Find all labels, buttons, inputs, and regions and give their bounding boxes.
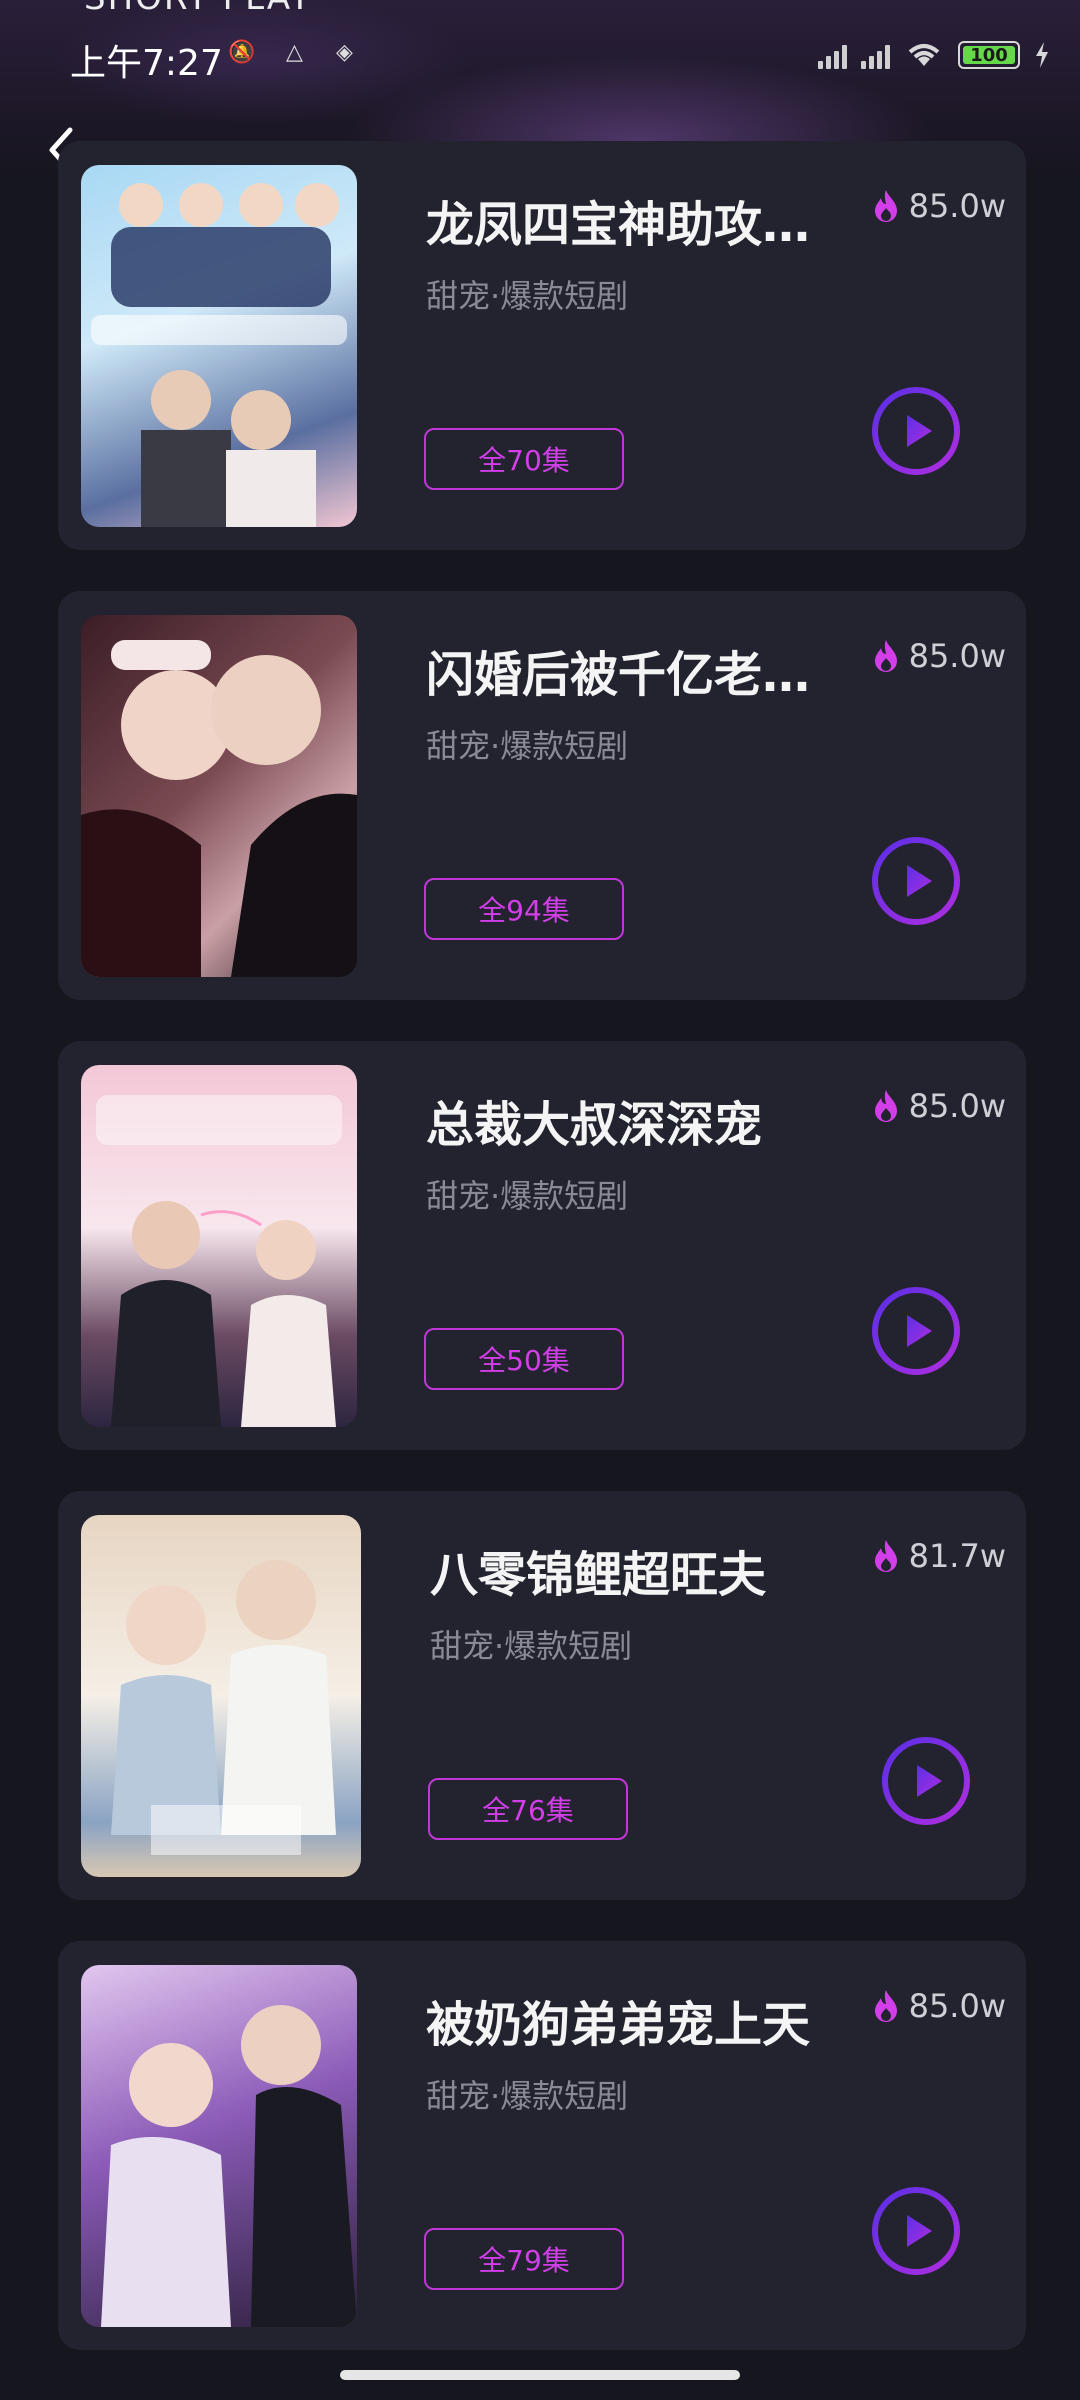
drama-subtitle: 甜宠·爆款短剧: [426, 2077, 629, 2115]
drama-card[interactable]: 八零锦鲤超旺夫 甜宠·爆款短剧 全76集 81.7w: [58, 1491, 1026, 1900]
drama-poster[interactable]: [81, 1965, 357, 2327]
drama-subtitle: 甜宠·爆款短剧: [426, 277, 629, 315]
episodes-button[interactable]: 全76集: [428, 1778, 628, 1840]
status-right: 100: [818, 40, 1050, 70]
battery-icon: 100: [958, 41, 1020, 69]
poster-art-icon: [81, 640, 357, 977]
drama-card[interactable]: 龙凤四宝神助攻… 甜宠·爆款短剧 全70集 85.0w: [58, 141, 1026, 550]
drama-title: 龙凤四宝神助攻…: [426, 197, 811, 253]
drama-title: 闪婚后被千亿老…: [426, 647, 811, 703]
status-bar: 上午7:27 🔕 △ ◈ 100: [0, 30, 1080, 84]
heat-badge: 85.0w: [871, 1087, 1006, 1125]
heat-value: 81.7w: [908, 1537, 1006, 1575]
signal-icon-2: [861, 41, 890, 69]
drama-card[interactable]: 被奶狗弟弟宠上天 甜宠·爆款短剧 全79集 85.0w: [58, 1941, 1026, 2350]
drama-card[interactable]: 闪婚后被千亿老… 甜宠·爆款短剧 全94集 85.0w: [58, 591, 1026, 1000]
play-button[interactable]: [870, 1285, 962, 1377]
drama-title: 八零锦鲤超旺夫: [430, 1547, 767, 1603]
flame-icon: [874, 1540, 897, 1572]
drama-poster[interactable]: [81, 1065, 357, 1427]
play-button[interactable]: [870, 2185, 962, 2277]
poster-art-icon: [91, 183, 347, 527]
heat-badge: 85.0w: [871, 637, 1006, 675]
battery-level: 100: [970, 44, 1008, 66]
play-circle-icon: [882, 1737, 970, 1825]
app-notification-icon: ◈: [336, 40, 353, 65]
drama-poster[interactable]: [81, 165, 357, 527]
wifi-icon: [908, 44, 940, 66]
play-circle-icon: [872, 2187, 960, 2275]
play-circle-icon: [872, 1287, 960, 1375]
episodes-button[interactable]: 全50集: [424, 1328, 624, 1390]
heat-badge: 85.0w: [871, 187, 1006, 225]
flame-icon: [874, 1990, 897, 2022]
drama-subtitle: 甜宠·爆款短剧: [430, 1627, 633, 1665]
play-button[interactable]: [880, 1735, 972, 1827]
flame-icon: [874, 1090, 897, 1122]
drama-poster[interactable]: [81, 1515, 361, 1877]
poster-art-icon: [101, 2005, 357, 2327]
play-button[interactable]: [870, 385, 962, 477]
play-button[interactable]: [870, 835, 962, 927]
flame-icon: [874, 640, 897, 672]
heat-badge: 81.7w: [871, 1537, 1006, 1575]
mute-icon: 🔕: [228, 40, 256, 65]
home-indicator[interactable]: [340, 2370, 740, 2380]
heat-value: 85.0w: [908, 637, 1006, 675]
poster-art-icon: [111, 1560, 336, 1855]
heat-badge: 85.0w: [871, 1987, 1006, 2025]
episodes-button[interactable]: 全79集: [424, 2228, 624, 2290]
drama-subtitle: 甜宠·爆款短剧: [426, 727, 629, 765]
notification-icon: △: [286, 40, 303, 65]
drama-title: 总裁大叔深深宠: [426, 1097, 763, 1153]
play-circle-icon: [872, 387, 960, 475]
app-title: SHORT PLAY: [84, 0, 312, 18]
heat-value: 85.0w: [908, 1987, 1006, 2025]
heat-value: 85.0w: [908, 1087, 1006, 1125]
episodes-button[interactable]: 全70集: [424, 428, 624, 490]
drama-title: 被奶狗弟弟宠上天: [426, 1997, 811, 2053]
poster-art-icon: [96, 1095, 342, 1427]
drama-card[interactable]: 总裁大叔深深宠 甜宠·爆款短剧 全50集 85.0w: [58, 1041, 1026, 1450]
drama-subtitle: 甜宠·爆款短剧: [426, 1177, 629, 1215]
status-time: 上午7:27: [70, 43, 223, 84]
flame-icon: [874, 190, 897, 222]
play-circle-icon: [872, 837, 960, 925]
episodes-button[interactable]: 全94集: [424, 878, 624, 940]
heat-value: 85.0w: [908, 187, 1006, 225]
charging-icon: [1036, 42, 1048, 68]
drama-poster[interactable]: [81, 615, 357, 977]
signal-icon: [818, 41, 847, 69]
